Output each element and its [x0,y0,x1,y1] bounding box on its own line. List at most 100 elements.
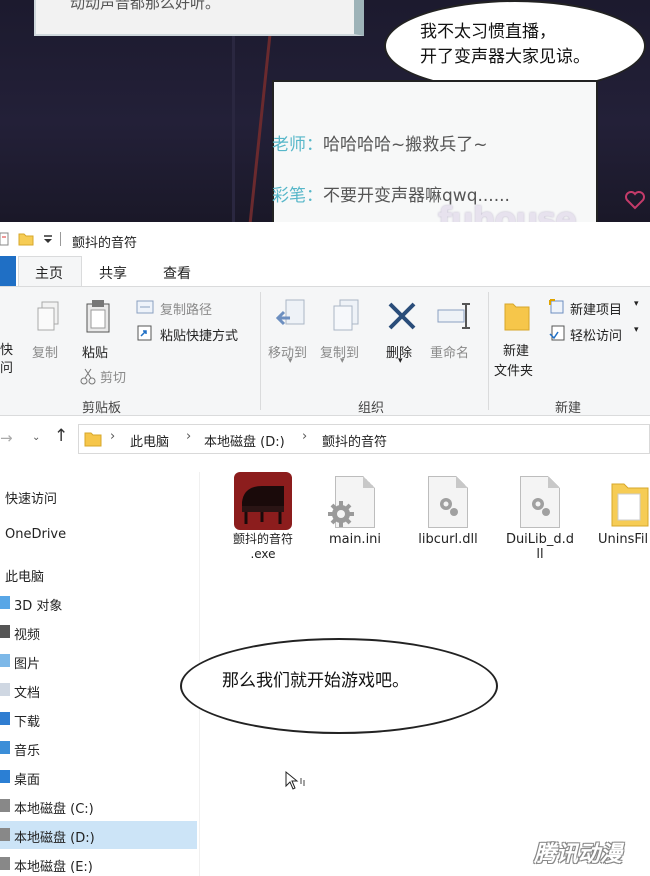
group-label-clipboard: 剪贴板 [82,401,122,416]
gear-icon [532,498,550,516]
file-name-line: DuiLib_d.d [505,532,575,547]
file-name: main.ini [315,532,395,547]
file-name: 颤抖的音符 .exe [223,532,303,562]
file-name: libcurl.dll [408,532,488,547]
copy-path-icon [136,300,154,314]
title-divider [60,232,61,246]
forward-icon[interactable]: → [0,429,13,447]
nav-item-3d-objects[interactable]: 3D 对象 [0,589,197,617]
up-icon[interactable]: ↑ [54,426,68,446]
nav-item-desktop[interactable]: 桌面 [0,763,197,791]
file-name-line: ll [536,547,544,562]
group-label-new: 新建 [555,401,582,416]
nav-item-label: 音乐 [14,744,41,759]
recent-locations-icon[interactable]: ⌄ [32,432,40,443]
file-name-line: main.ini [328,532,382,547]
delete-icon [388,302,416,330]
folder-icon [611,483,649,527]
speech-bubble-text: 那么我们就开始游戏吧。 [222,671,409,691]
nav-item-documents[interactable]: 文档 [0,676,197,704]
breadcrumb-item[interactable]: 颤抖的音符 [322,431,387,450]
nav-item-pictures[interactable]: 图片 [0,647,197,675]
file-name-line: UninsFil [598,532,649,547]
nav-item-onedrive[interactable]: OneDrive [0,521,197,549]
nav-item-label: 图片 [14,657,41,672]
nav-item-drive-e[interactable]: 本地磁盘 (E:) [0,850,197,876]
nav-item-downloads[interactable]: 下载 [0,705,197,733]
nav-item-drive-d[interactable]: 本地磁盘 (D:) [0,821,197,849]
file-name-line: libcurl.dll [418,532,478,547]
chevron-down-icon[interactable]: ▾ [340,356,345,366]
tab-file[interactable] [0,256,16,286]
gear-icon [328,501,354,527]
breadcrumb-item[interactable]: 此电脑 [130,431,169,450]
paste-button[interactable]: 粘贴 [82,342,108,361]
chat-name: 老师 [272,135,306,155]
chat-colon: ： [306,135,323,155]
chevron-down-icon[interactable]: ▾ [634,325,639,335]
nav-item-this-pc[interactable]: 此电脑 [0,560,197,588]
ribbon-label: 快 [0,343,14,358]
new-item-button[interactable]: 新建项目 [570,299,622,318]
piano-app-icon [234,472,292,530]
nav-item-quick-access[interactable]: 快速访问 [0,482,197,510]
file-item[interactable]: main.ini [315,472,395,572]
nav-item-label: 本地磁盘 (D:) [14,831,95,846]
nav-item-label: 视频 [14,628,41,643]
paste-shortcut-button[interactable]: 粘贴快捷方式 [160,325,238,344]
rename-icon [437,303,470,329]
nav-item-videos[interactable]: 视频 [0,618,197,646]
chevron-down-icon[interactable]: ▾ [398,356,403,366]
new-folder-button[interactable]: 新建 文件夹 [494,342,533,382]
file-item[interactable]: 颤抖的音符 .exe [223,472,303,572]
file-name-line: 颤抖的音符 [232,532,293,546]
breadcrumb-item[interactable]: 本地磁盘 (D:) [204,431,285,450]
cut-button[interactable]: 剪切 [100,367,126,386]
rename-button[interactable]: 重命名 [430,342,469,361]
file-item[interactable]: libcurl.dll [408,472,488,572]
customize-quick-access-icon[interactable] [42,231,54,247]
new-folder-icon [504,303,530,331]
chevron-down-icon[interactable]: ▾ [288,356,293,366]
desktop-icon [0,770,10,783]
ribbon-button-quick-access[interactable]: 快 问 [0,342,13,378]
copy-button[interactable]: 复制 [32,342,58,361]
breadcrumb-separator-icon[interactable]: › [186,429,191,444]
breadcrumb-separator-icon[interactable]: › [110,429,115,444]
file-item[interactable]: UninsFil [590,472,650,572]
cut-icon [80,368,96,385]
tab-share[interactable]: 共享 [99,263,127,283]
nav-item-label: 本地磁盘 (C:) [14,802,94,817]
properties-icon[interactable] [0,231,10,247]
file-explorer-window: 颤抖的音符 主页 共享 查看 快 问 复制 粘贴 复制路径 粘贴快捷方式 剪切 … [0,222,650,876]
breadcrumb-separator-icon[interactable]: › [302,429,307,444]
copy-to-icon [333,299,359,331]
nav-item-label: 本地磁盘 (E:) [14,860,93,875]
nav-item-label: 桌面 [14,773,41,788]
group-label-organize: 组织 [358,401,385,416]
drive-icon [0,799,10,812]
tab-view[interactable]: 查看 [163,263,191,283]
chevron-down-icon[interactable]: ▾ [634,299,639,309]
tab-home[interactable]: 主页 [35,263,63,283]
ribbon-label: 新建 [503,344,530,359]
chat-colon: ： [306,186,323,206]
file-name-line: .exe [250,547,276,561]
easy-access-button[interactable]: 轻松访问 [570,325,622,344]
file-item[interactable]: DuiLib_d.d ll [500,472,580,572]
copy-path-button[interactable]: 复制路径 [160,299,212,318]
ribbon-label: 问 [0,361,14,376]
easy-access-icon [549,325,565,341]
nav-item-label: OneDrive [5,527,67,542]
folder-icon[interactable] [18,231,34,247]
nav-item-music[interactable]: 音乐 [0,734,197,762]
comic-page: 动动声音都那么好听。 我不太习惯直播， 开了变声器大家见谅。 老师：哈哈哈哈~搬… [0,0,650,876]
bubble-line: 我不太习惯直播， [420,22,556,42]
nav-item-label: 3D 对象 [14,599,63,614]
nav-item-label: 快速访问 [5,492,58,507]
caption-text: 动动声音都那么好听。 [70,0,221,12]
file-name: DuiLib_d.d ll [500,532,580,562]
speech-bubble-text: 我不太习惯直播， 开了变声器大家见谅。 [420,20,640,70]
bubble-line: 开了变声器大家见谅。 [420,47,590,67]
nav-item-drive-c[interactable]: 本地磁盘 (C:) [0,792,197,820]
